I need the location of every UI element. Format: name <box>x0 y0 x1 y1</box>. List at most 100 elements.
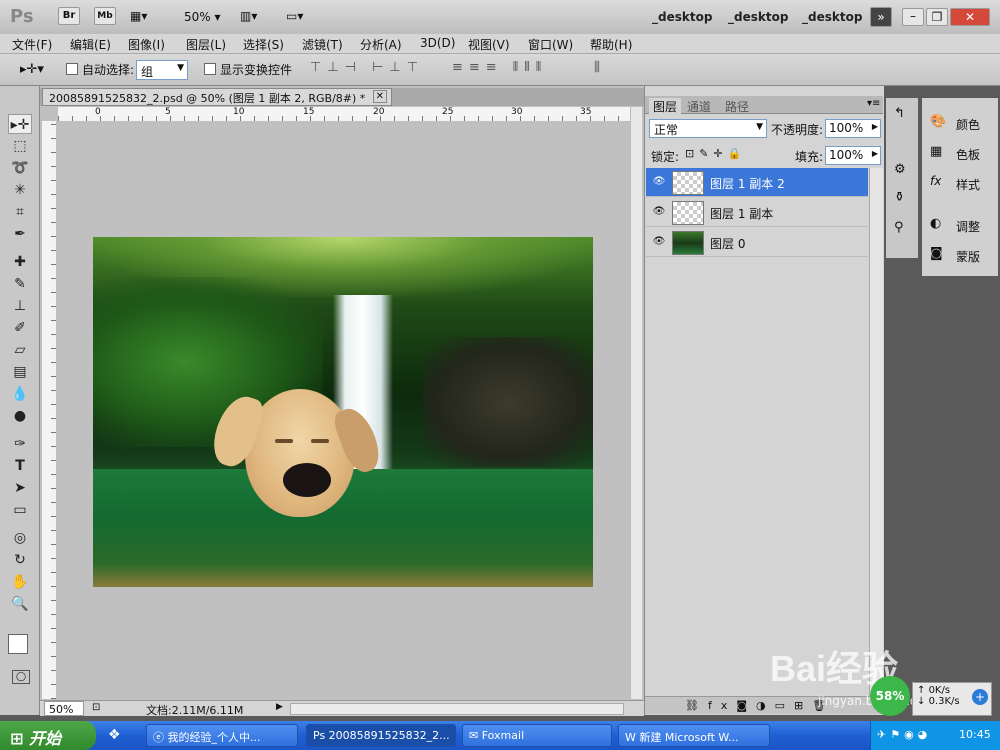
shape-tool-icon[interactable]: ▭ <box>8 500 32 520</box>
crop-tool-icon[interactable]: ⌗ <box>8 202 32 222</box>
adjustments-panel-label[interactable]: 调整 <box>956 218 980 235</box>
menu-filter[interactable]: 滤镜(T) <box>302 36 343 53</box>
blur-tool-icon[interactable]: 💧 <box>8 384 32 404</box>
pen-tool-icon[interactable]: ✑ <box>8 434 32 454</box>
menu-analysis[interactable]: 分析(A) <box>360 36 402 53</box>
align-buttons[interactable]: ⊤⊥⊣ ⊢⊥⊤ <box>310 60 424 75</box>
status-zoom-field[interactable]: 50% <box>44 701 84 716</box>
status-arrow-icon[interactable]: ▶ <box>276 702 283 712</box>
tray-icons[interactable]: ✈⚑◉◕ <box>877 728 931 741</box>
arrange-documents-icon[interactable]: ▥▾ <box>240 9 257 23</box>
start-button[interactable]: ⊞ 开始 <box>0 721 96 750</box>
opacity-field[interactable]: 100% ▶ <box>825 119 881 138</box>
minimize-button[interactable]: – <box>902 8 924 26</box>
styles-panel-icon[interactable]: fx <box>930 174 941 188</box>
menu-help[interactable]: 帮助(H) <box>590 36 632 53</box>
layer-row[interactable]: 👁 图层 1 副本 2 <box>646 168 868 197</box>
workspace-1[interactable]: _desktop <box>652 10 712 24</box>
clone-source-panel-icon[interactable]: ⚱ <box>894 190 905 205</box>
vertical-scrollbar[interactable] <box>630 107 642 699</box>
3d-rotate-tool-icon[interactable]: ◎ <box>8 528 32 548</box>
magic-wand-tool-icon[interactable]: ✳ <box>8 180 32 200</box>
add-icon[interactable]: + <box>972 689 988 705</box>
foreground-color-swatch[interactable] <box>8 634 28 654</box>
menu-file[interactable]: 文件(F) <box>12 36 52 53</box>
restore-button[interactable]: ❐ <box>926 8 948 26</box>
panel-menu-icon[interactable]: ▾≡ <box>867 98 880 109</box>
mini-bridge-button[interactable]: Mb <box>94 7 116 25</box>
quick-launch-icon[interactable]: ❖ <box>108 727 121 743</box>
visibility-eye-icon[interactable]: 👁 <box>652 206 666 218</box>
show-transform-checkbox[interactable] <box>204 63 216 75</box>
document-tab[interactable]: 20085891525832_2.psd @ 50% (图层 1 副本 2, R… <box>42 88 392 106</box>
puppy-head[interactable] <box>206 383 386 519</box>
menu-layer[interactable]: 图层(L) <box>186 36 226 53</box>
lock-icons[interactable]: ⊡✎✛🔒 <box>685 147 746 160</box>
menu-view[interactable]: 视图(V) <box>468 36 510 53</box>
taskbar-item-word[interactable]: W 新建 Microsoft W... <box>618 724 770 747</box>
menu-window[interactable]: 窗口(W) <box>528 36 573 53</box>
auto-select-dropdown[interactable]: 组 ▼ <box>136 60 188 80</box>
tab-channels[interactable]: 通道 <box>687 98 711 115</box>
swatches-panel-icon[interactable]: ▦ <box>930 144 942 159</box>
lasso-tool-icon[interactable]: ➰ <box>8 158 32 178</box>
taskbar-item-photoshop[interactable]: Ps 20085891525832_2... <box>306 724 456 747</box>
history-brush-tool-icon[interactable]: ✐ <box>8 318 32 338</box>
canvas-image[interactable] <box>93 237 593 587</box>
close-document-icon[interactable]: ✕ <box>372 90 387 103</box>
layer-row[interactable]: 👁 图层 0 <box>646 228 868 257</box>
color-panel-label[interactable]: 颜色 <box>956 116 980 133</box>
more-workspaces-button[interactable]: » <box>870 7 892 27</box>
menu-image[interactable]: 图像(I) <box>128 36 165 53</box>
view-extras-icon[interactable]: ▦▾ <box>130 9 147 23</box>
adjustments-panel-icon[interactable]: ◐ <box>930 216 941 231</box>
clone-stamp-tool-icon[interactable]: ⊥ <box>8 296 32 316</box>
history-panel-icon[interactable]: ↰ <box>894 106 905 121</box>
layers-scrollbar[interactable] <box>869 168 883 698</box>
masks-panel-label[interactable]: 蒙版 <box>956 248 980 265</box>
taskbar-item-browser[interactable]: ⓔ 我的经验_个人中... <box>146 724 298 747</box>
hand-tool-icon[interactable]: ✋ <box>8 572 32 592</box>
status-menu-icon[interactable]: ⊡ <box>92 702 100 713</box>
workspace-2[interactable]: _desktop <box>728 10 788 24</box>
horizontal-scrollbar[interactable] <box>290 703 624 715</box>
fill-field[interactable]: 100% ▶ <box>825 146 881 165</box>
close-button[interactable]: ✕ <box>950 8 990 26</box>
menu-3d[interactable]: 3D(D) <box>420 36 455 50</box>
taskbar-item-foxmail[interactable]: ✉ Foxmail <box>462 724 612 747</box>
workspace-3[interactable]: _desktop <box>802 10 862 24</box>
move-tool-icon[interactable]: ▸✛ <box>8 114 32 134</box>
quick-mask-icon[interactable]: ◯ <box>12 670 30 684</box>
eyedropper-tool-icon[interactable]: ✒ <box>8 224 32 244</box>
tab-paths[interactable]: 路径 <box>725 98 749 115</box>
zoom-level-select[interactable]: 50% ▾ <box>184 10 221 24</box>
bridge-button[interactable]: Br <box>58 7 80 25</box>
visibility-eye-icon[interactable]: 👁 <box>652 236 666 248</box>
marquee-tool-icon[interactable]: ⬚ <box>8 136 32 156</box>
gradient-tool-icon[interactable]: ▤ <box>8 362 32 382</box>
3d-orbit-tool-icon[interactable]: ↻ <box>8 550 32 570</box>
eraser-tool-icon[interactable]: ▱ <box>8 340 32 360</box>
brush-panel-icon[interactable]: ⚙ <box>894 162 906 177</box>
move-tool-preset-icon[interactable]: ▸✛▾ <box>20 62 44 77</box>
swatches-panel-label[interactable]: 色板 <box>956 146 980 163</box>
auto-align-icon[interactable]: ⫼ <box>594 60 600 75</box>
menu-edit[interactable]: 编辑(E) <box>70 36 111 53</box>
blend-mode-dropdown[interactable]: 正常 ▼ <box>649 119 767 138</box>
network-speed-badge[interactable]: 58% <box>870 676 910 716</box>
dodge-tool-icon[interactable]: ● <box>8 406 32 426</box>
zoom-tool-icon[interactable]: 🔍 <box>8 594 32 614</box>
healing-brush-tool-icon[interactable]: ✚ <box>8 252 32 272</box>
brush-tool-icon[interactable]: ✎ <box>8 274 32 294</box>
tab-layers[interactable]: 图层 <box>649 98 682 115</box>
masks-panel-icon[interactable]: ◙ <box>930 246 943 261</box>
menu-select[interactable]: 选择(S) <box>243 36 284 53</box>
styles-panel-label[interactable]: 样式 <box>956 176 980 193</box>
visibility-eye-icon[interactable]: 👁 <box>652 176 666 188</box>
tool-presets-panel-icon[interactable]: ⚲ <box>894 220 904 235</box>
path-selection-tool-icon[interactable]: ➤ <box>8 478 32 498</box>
color-panel-icon[interactable]: 🎨 <box>930 114 946 129</box>
distribute-buttons[interactable]: ≡≡≡ ⫴⫴⫴ <box>452 60 547 75</box>
auto-select-checkbox[interactable] <box>66 63 78 75</box>
screen-mode-icon[interactable]: ▭▾ <box>286 9 303 23</box>
